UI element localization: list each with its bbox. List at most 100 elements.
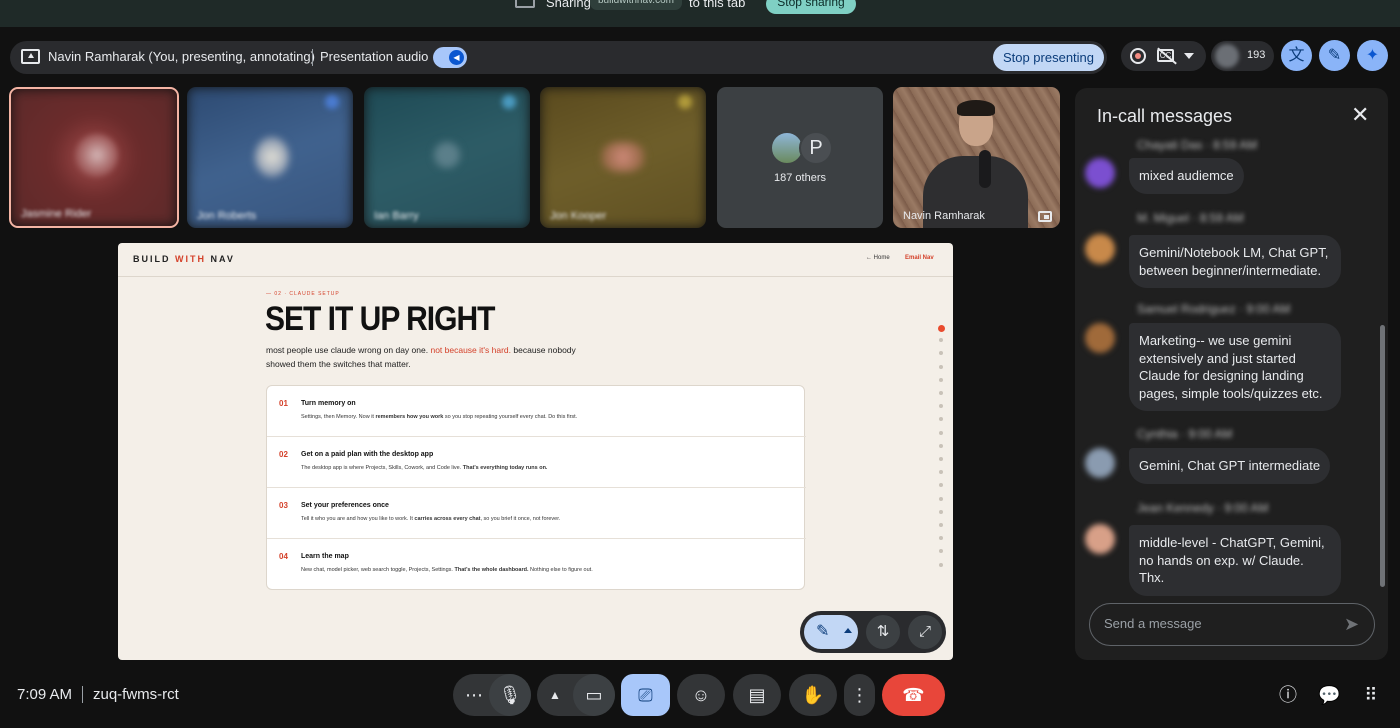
progress-dot[interactable] <box>939 404 943 409</box>
in-call-messages-panel: In-call messages ✕ Chayati Das · 8:59 AM… <box>1075 88 1388 660</box>
message-bubble: Gemini/Notebook LM, Chat GPT, between be… <box>1129 235 1341 288</box>
end-call-button[interactable]: ☎ <box>882 674 945 716</box>
step-row: 02 Get on a paid plan with the desktop a… <box>267 437 806 488</box>
progress-dot[interactable] <box>939 523 943 527</box>
brand-logo: BUILD WITH NAV <box>133 254 235 264</box>
annotation-pen-button[interactable]: ✎ <box>804 615 858 649</box>
step-number: 03 <box>279 501 288 510</box>
participant-count: 193 <box>1247 49 1266 61</box>
step-row: 03 Set your preferences once Tell it who… <box>267 488 806 539</box>
progress-dot[interactable] <box>939 443 943 448</box>
meeting-info-icon[interactable]: ⓘ <box>1277 684 1299 706</box>
more-dots-icon[interactable]: ⋯ <box>465 674 483 716</box>
step-row: 04 Learn the map New chat, model picker,… <box>267 539 806 590</box>
progress-dot[interactable] <box>939 470 943 475</box>
shared-domain: buildwithnav.com <box>590 0 682 10</box>
participant-tile[interactable]: Jasmine Rider <box>9 87 179 228</box>
stop-presenting-button[interactable]: Stop presenting <box>993 44 1104 71</box>
message-meta: Samuel Rodriguez · 9:00 AM <box>1137 302 1291 316</box>
step-title: Learn the map <box>301 553 349 560</box>
progress-dot[interactable] <box>939 391 943 395</box>
translate-icon[interactable]: 文 <box>1281 40 1312 71</box>
avatar <box>602 142 644 172</box>
progress-dot[interactable] <box>939 483 943 488</box>
activities-grid-icon[interactable]: ⠿ <box>1360 684 1382 706</box>
email-link[interactable]: Email Nav <box>905 255 934 261</box>
participant-tile[interactable]: Jon Roberts <box>187 87 353 228</box>
step-row: 01 Turn memory on Settings, then Memory.… <box>267 386 806 437</box>
progress-dot[interactable] <box>939 536 943 541</box>
participant-name: Ian Barry <box>374 210 419 222</box>
people-button[interactable]: 193 <box>1211 41 1274 71</box>
more-options-icon[interactable]: ⋮ <box>844 674 875 716</box>
camera-icon[interactable]: ▭ <box>573 674 615 716</box>
progress-dot[interactable] <box>939 377 943 382</box>
message-meta: Cynthia · 9:00 AM <box>1137 427 1233 441</box>
section-kicker: — 02 · CLAUDE SETUP <box>266 291 340 297</box>
message-input[interactable] <box>1104 616 1334 631</box>
participant-name: Jon Kooper <box>550 210 607 222</box>
chevron-up-icon[interactable]: ▲ <box>549 674 561 716</box>
chevron-down-icon[interactable] <box>1184 53 1194 59</box>
to-tab-label: to this tab <box>689 0 746 10</box>
shared-presentation: BUILD WITH NAV ← Home Email Nav — 02 · C… <box>118 243 953 660</box>
progress-dot[interactable] <box>939 509 943 514</box>
speaking-indicator <box>325 95 339 109</box>
avatar <box>1085 524 1115 554</box>
chat-icon[interactable]: 💬 <box>1318 684 1340 706</box>
speaking-indicator <box>678 95 692 109</box>
microphone-stand <box>979 150 991 188</box>
presenting-bar: Navin Ramharak (You, presenting, annotat… <box>10 41 1107 74</box>
picture-in-picture-icon[interactable] <box>1038 211 1052 222</box>
participant-tile[interactable]: Ian Barry <box>364 87 530 228</box>
expand-icon[interactable]: ⤢ <box>908 615 942 649</box>
step-description: The desktop app is where Projects, Skill… <box>301 465 548 471</box>
captions-icon[interactable]: ▤ <box>733 674 781 716</box>
message-meta: Chayati Das · 8:59 AM <box>1137 138 1258 152</box>
send-icon[interactable]: ➤ <box>1344 614 1359 635</box>
home-link[interactable]: ← Home <box>866 255 890 261</box>
speaker-icon: ◀ <box>449 50 464 65</box>
present-screen-button[interactable]: ⎚ <box>621 674 670 716</box>
progress-dot[interactable] <box>939 430 943 435</box>
pen-icon: ✎ <box>816 623 830 640</box>
screen-share-icon <box>515 0 535 8</box>
progress-dot[interactable] <box>939 562 943 567</box>
step-title: Turn memory on <box>301 400 356 407</box>
participant-tile[interactable]: Jon Kooper <box>540 87 706 228</box>
step-number: 01 <box>279 399 288 408</box>
step-description: New chat, model picker, web search toggl… <box>301 567 593 573</box>
chat-scrollbar[interactable] <box>1380 325 1385 587</box>
step-number: 04 <box>279 552 288 561</box>
progress-dot[interactable] <box>939 338 943 343</box>
raise-hand-icon[interactable]: ✋ <box>789 674 837 716</box>
current-time: 7:09 AM <box>17 686 73 703</box>
presenter-label: Navin Ramharak (You, presenting, annotat… <box>48 49 315 64</box>
progress-dot[interactable] <box>939 364 943 369</box>
emoji-icon[interactable]: ☺ <box>677 674 725 716</box>
stop-sharing-button[interactable]: Stop sharing <box>766 0 856 14</box>
progress-dot[interactable] <box>939 351 943 356</box>
microphone-icon[interactable]: 🎙 <box>489 674 531 716</box>
chevron-up-icon <box>844 628 852 633</box>
step-description: Tell it who you are and how you like to … <box>301 516 561 522</box>
presentation-audio-toggle[interactable]: ◀ <box>433 47 467 68</box>
recording-icon[interactable] <box>1130 48 1146 64</box>
others-tile[interactable]: P 187 others <box>717 87 883 228</box>
swap-arrows-icon[interactable]: ⇅ <box>866 615 900 649</box>
avatar <box>1085 158 1115 188</box>
close-icon[interactable]: ✕ <box>1351 102 1369 128</box>
captions-off-icon[interactable]: CC <box>1157 49 1174 62</box>
message-bubble: Gemini, Chat GPT intermediate <box>1129 448 1331 484</box>
progress-dot[interactable] <box>939 496 943 501</box>
magic-wand-icon[interactable]: ✎ <box>1319 40 1350 71</box>
avatar <box>1215 44 1239 68</box>
progress-dot[interactable] <box>939 457 943 461</box>
progress-dot-active[interactable] <box>938 325 945 332</box>
progress-dot[interactable] <box>939 417 943 422</box>
progress-dot[interactable] <box>939 549 943 554</box>
recording-captions-group[interactable]: CC <box>1121 41 1206 71</box>
gemini-sparkle-icon[interactable]: ✦ <box>1357 40 1388 71</box>
step-number: 02 <box>279 450 288 459</box>
self-video-tile[interactable]: Navin Ramharak <box>893 87 1060 228</box>
